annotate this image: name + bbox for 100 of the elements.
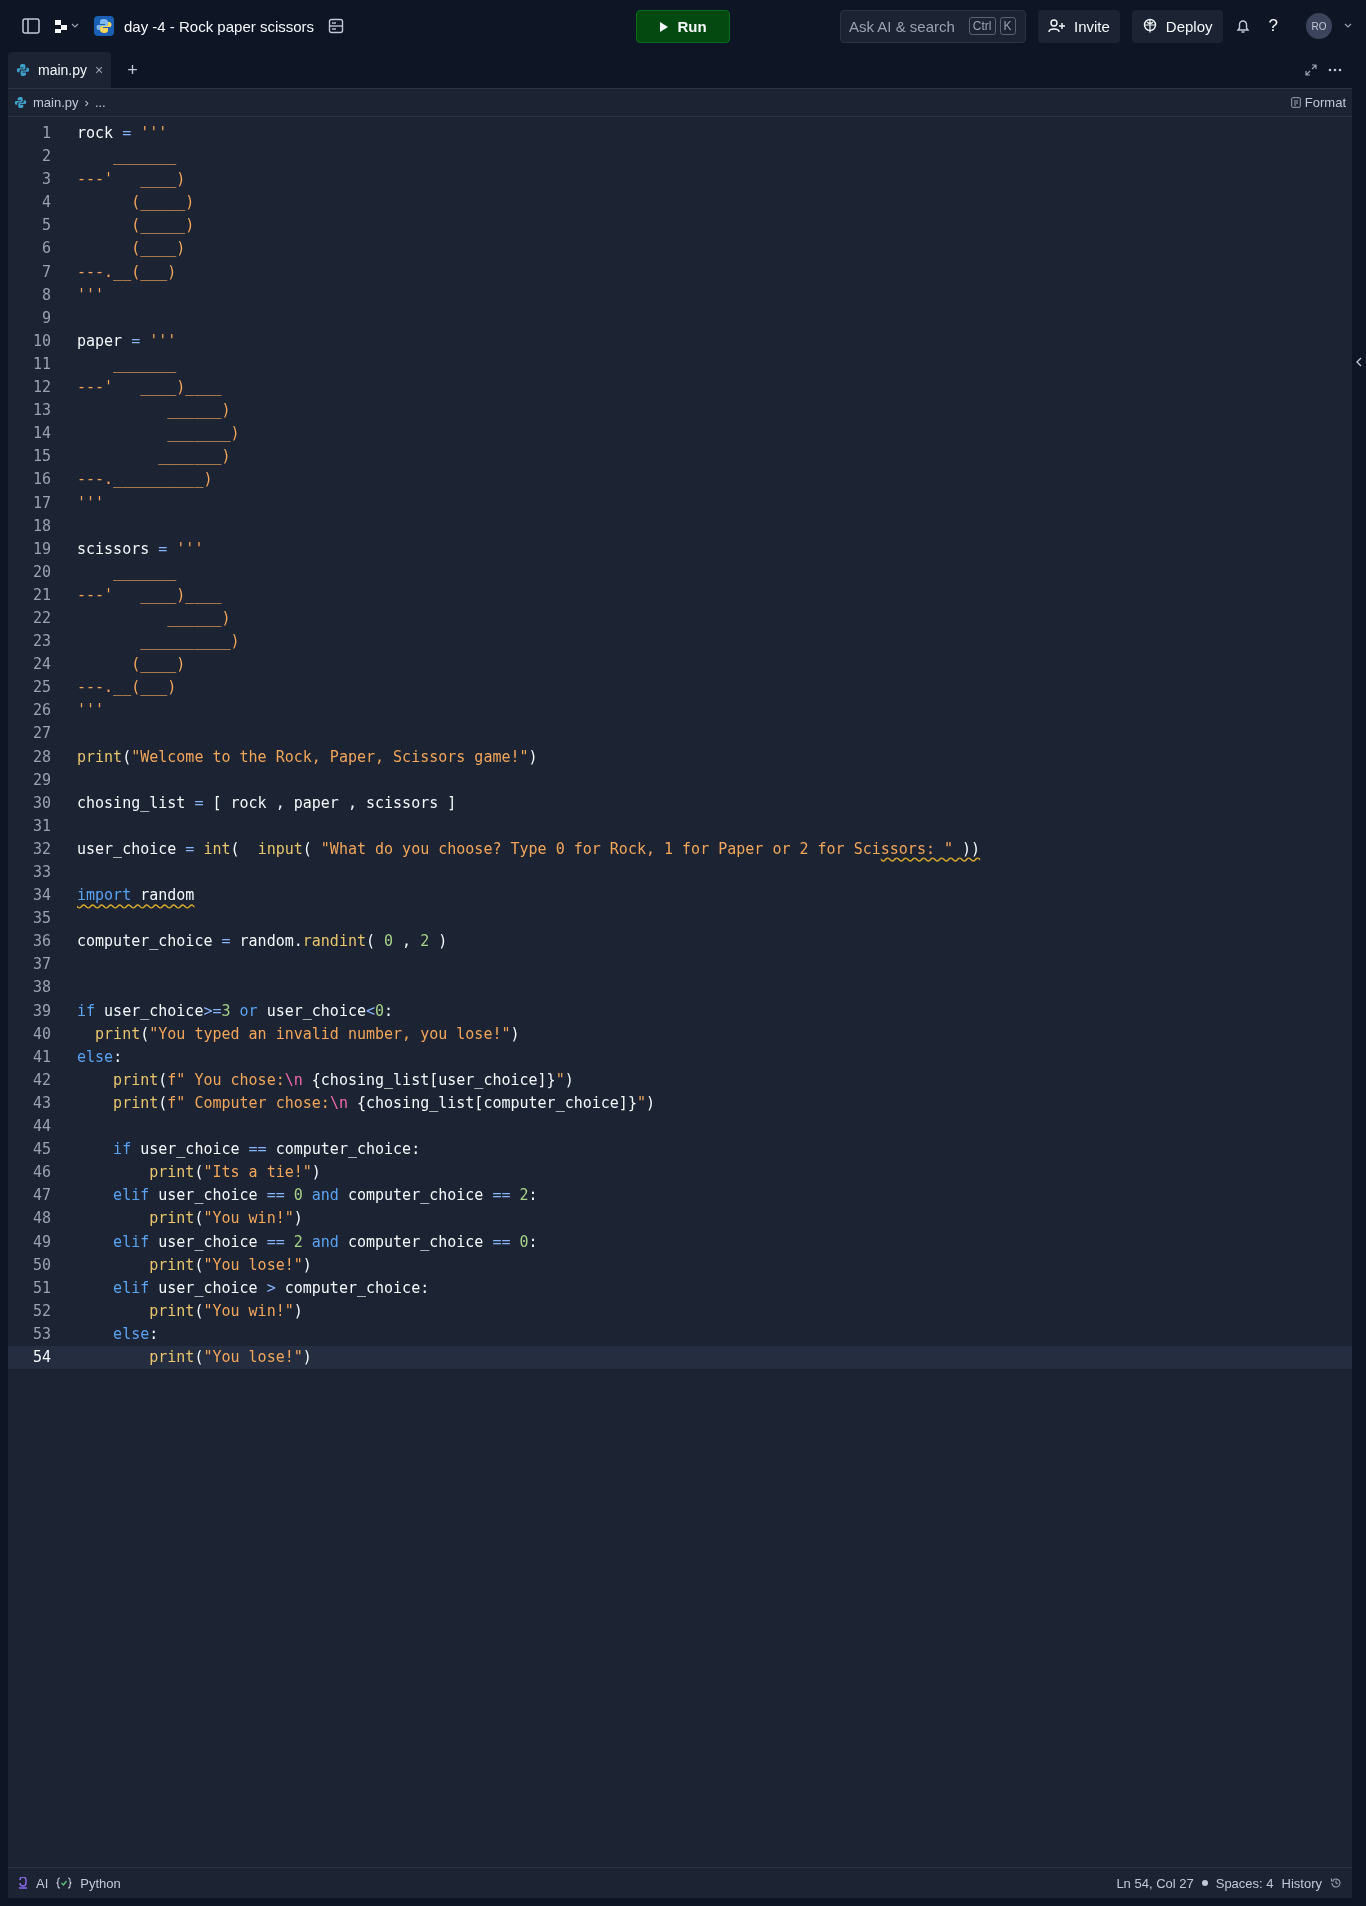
code-line: ---.__(___) xyxy=(77,677,177,699)
code-line: elif user_choice > computer_choice: xyxy=(112,1277,430,1299)
line-number: 13 xyxy=(31,400,51,422)
format-button[interactable]: Format xyxy=(1290,95,1346,110)
run-button[interactable]: Run xyxy=(636,10,730,43)
code-line: (____) xyxy=(130,654,186,676)
code-line: (_____) xyxy=(130,215,195,237)
search-field[interactable]: Ask AI & search Ctrl K xyxy=(839,9,1026,43)
line-number: 11 xyxy=(31,353,51,375)
line-number: 33 xyxy=(31,862,51,883)
line-number: 53 xyxy=(31,1323,51,1345)
line-number: 19 xyxy=(31,538,51,560)
code-line: scissors = ''' xyxy=(77,538,204,560)
language-check-icon[interactable] xyxy=(56,1877,73,1889)
code-line: else: xyxy=(112,1323,159,1345)
line-number: 37 xyxy=(31,954,51,976)
ai-label[interactable]: AI xyxy=(36,1875,49,1891)
line-number: 38 xyxy=(31,977,51,999)
code-line: chosing_list = [ rock , paper , scissors ] xyxy=(77,792,457,814)
invite-button[interactable]: Invite xyxy=(1037,9,1120,43)
code-line: _______ xyxy=(112,146,177,168)
shortcut-key: K xyxy=(999,17,1016,35)
code-line: print("You lose!") xyxy=(148,1254,312,1276)
code-line: import random xyxy=(77,885,195,907)
ai-icon[interactable] xyxy=(18,1876,28,1890)
server-icon[interactable] xyxy=(328,18,345,34)
new-tab-button[interactable]: + xyxy=(121,59,144,81)
tab-label[interactable]: main.py xyxy=(38,62,88,78)
history-icon[interactable] xyxy=(1330,1877,1342,1889)
line-number: 22 xyxy=(31,607,51,629)
sidebar-toggle-icon[interactable] xyxy=(22,18,40,34)
file-tree-icon[interactable] xyxy=(54,18,80,34)
code-line: elif user_choice == 0 and computer_choice == 2: xyxy=(112,1185,538,1207)
line-number: 10 xyxy=(31,330,51,352)
line-number: 44 xyxy=(31,1116,51,1138)
line-number: 4 xyxy=(40,192,51,214)
code-line: print("You win!") xyxy=(148,1208,303,1230)
code-line: ---' ____)____ xyxy=(77,377,222,399)
code-line: ______) xyxy=(166,607,231,629)
code-line: rock = ''' xyxy=(77,123,168,144)
breadcrumb-item[interactable]: ... xyxy=(94,95,106,110)
language-label[interactable]: Python xyxy=(80,1875,121,1891)
line-number: 8 xyxy=(40,284,51,306)
project-title[interactable]: day -4 - Rock paper scissors xyxy=(124,17,315,35)
file-tab[interactable]: main.py × xyxy=(8,52,112,88)
line-number: 28 xyxy=(31,746,51,768)
line-number: 27 xyxy=(31,723,51,745)
code-line: else: xyxy=(77,1046,123,1068)
cursor-position[interactable]: Ln 54, Col 27 xyxy=(1116,1875,1194,1891)
code-line: (_____) xyxy=(130,192,195,214)
line-number: 54 xyxy=(31,1346,51,1368)
line-number: 14 xyxy=(31,423,51,445)
code-line: print(f" You chose:\n {chosing_list[user_choice]}") xyxy=(112,1069,574,1091)
code-line: ''' xyxy=(77,284,105,306)
collapse-panel-icon[interactable] xyxy=(1356,357,1362,367)
breadcrumb-item[interactable]: main.py xyxy=(33,95,79,110)
notification-bell-icon[interactable] xyxy=(1234,18,1251,34)
code-line: ---' ____) xyxy=(77,169,186,191)
code-line: print(f" Computer chose:\n {chosing_list[computer_choice]}") xyxy=(112,1092,655,1114)
line-number: 25 xyxy=(31,677,51,699)
python-file-icon xyxy=(16,63,30,77)
line-number: 35 xyxy=(31,908,51,930)
line-number: 9 xyxy=(40,307,51,329)
dot-icon xyxy=(1201,1880,1208,1886)
caret-icon[interactable] xyxy=(1344,23,1352,29)
line-number: 2 xyxy=(40,146,51,168)
deploy-button[interactable]: Deploy xyxy=(1131,9,1223,43)
line-number: 26 xyxy=(31,700,51,722)
line-number: 30 xyxy=(31,792,51,814)
code-line: _______) xyxy=(157,446,231,468)
history-label[interactable]: History xyxy=(1281,1875,1322,1891)
line-number: 31 xyxy=(31,815,51,837)
line-number: 34 xyxy=(31,885,51,907)
line-number: 41 xyxy=(31,1046,51,1068)
line-number: 6 xyxy=(40,238,51,260)
help-button[interactable]: ? xyxy=(1262,16,1284,36)
code-line: print("Welcome to the Rock, Paper, Scissors game!") xyxy=(77,746,538,768)
code-line: user_choice = int( input( "What do you choose? Type 0 for Rock, 1 for Paper or 2 for Scissors: " )) xyxy=(77,838,981,860)
close-tab-button[interactable]: × xyxy=(95,62,104,78)
code-line: print("You win!") xyxy=(148,1300,303,1322)
line-number: 32 xyxy=(31,838,51,860)
code-line: print("You typed an invalid number, you lose!") xyxy=(94,1023,520,1045)
more-options-icon[interactable] xyxy=(1328,68,1342,72)
line-number: 29 xyxy=(31,769,51,791)
avatar-button[interactable]: RO xyxy=(1306,13,1332,39)
line-number: 40 xyxy=(31,1023,51,1045)
line-number: 15 xyxy=(31,446,51,468)
code-line: if user_choice == computer_choice: xyxy=(112,1139,421,1161)
globe-icon xyxy=(1141,18,1158,34)
code-line: _______) xyxy=(166,423,240,445)
line-number: 24 xyxy=(31,654,51,676)
code-line: ______) xyxy=(166,400,231,422)
code-line: _______ xyxy=(112,353,177,375)
breadcrumb-separator: › xyxy=(84,95,89,110)
indent-setting[interactable]: Spaces: 4 xyxy=(1215,1875,1274,1891)
python-file-icon xyxy=(14,96,27,109)
line-number: 50 xyxy=(31,1254,51,1276)
line-number: 12 xyxy=(31,377,51,399)
expand-icon[interactable] xyxy=(1304,63,1318,77)
code-line: _______ xyxy=(112,561,177,583)
